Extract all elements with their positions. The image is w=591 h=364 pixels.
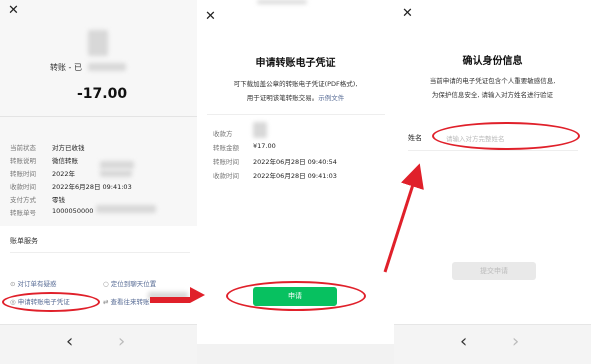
info-value: 2022年06月28日 09:41:03	[253, 172, 337, 180]
detail-label: 转账单号	[10, 209, 36, 217]
annotation-ellipse	[2, 292, 100, 312]
description-line-1: 当前申请的电子凭证包含个人重要敏感信息,	[429, 77, 556, 85]
detail-value: 零钱	[52, 196, 65, 204]
detail-value: 2022年6月28日 09:41:03	[52, 183, 132, 191]
transfer-amount: -17.00	[77, 86, 128, 102]
info-value: 2022年06月28日 09:40:54	[253, 158, 337, 166]
verify-identity-panel: ✕ 确认身份信息 当前申请的电子凭证包含个人重要敏感信息, 为保护信息安全, 请…	[394, 0, 591, 364]
description-line-2: 为保护信息安全, 请输入对方姓名进行验证	[431, 91, 554, 99]
bill-service-title: 账单服务	[10, 237, 38, 245]
back-arrow-icon[interactable]: ‹	[66, 331, 73, 352]
blurred-time	[100, 170, 132, 177]
name-label: 姓名	[408, 134, 422, 142]
detail-label: 转账时间	[10, 170, 36, 178]
nav-bar: ‹ ›	[394, 324, 591, 364]
annotation-ellipse	[226, 281, 366, 311]
blurred-service	[148, 292, 188, 300]
info-label: 转账金额	[213, 144, 239, 152]
submit-button[interactable]: 提交申请	[452, 262, 536, 280]
blurred-name	[88, 63, 126, 71]
detail-value: 对方已收钱	[52, 144, 85, 152]
detail-label: 收款时间	[10, 183, 36, 191]
service-label: 对订单有疑惑	[17, 280, 57, 288]
detail-value: 2022年	[52, 170, 76, 178]
question-icon: ⊙	[10, 280, 16, 288]
service-item-locate-chat[interactable]: ○ 定位到聊天位置	[103, 278, 156, 288]
service-label: 定位到聊天位置	[110, 280, 157, 288]
page-title: 申请转账电子凭证	[255, 58, 336, 69]
transfer-detail-panel: ✕ 转账 - 已 -17.00 当前状态 对方已收钱转账说明 微信转账转账时间 202…	[0, 0, 197, 364]
service-label: 查看往来转账	[110, 298, 150, 306]
service-item-question[interactable]: ⊙ 对订单有疑惑	[10, 278, 57, 288]
detail-label: 当前状态	[10, 144, 36, 152]
back-arrow-icon[interactable]: ‹	[460, 331, 467, 352]
sample-file-link[interactable]: 示例文件	[318, 94, 344, 102]
forward-arrow-icon[interactable]: ›	[118, 331, 125, 352]
transfer-icon: ⇄	[103, 298, 109, 306]
forward-arrow-icon[interactable]: ›	[512, 331, 519, 352]
transfer-status-text: 转账 - 已	[50, 63, 82, 72]
info-value: ¥17.00	[253, 142, 276, 150]
info-label: 转账时间	[213, 158, 239, 166]
close-icon[interactable]: ✕	[402, 7, 413, 20]
page-title: 确认身份信息	[462, 56, 523, 67]
close-icon[interactable]: ✕	[8, 4, 19, 17]
nav-bar: ‹ ›	[0, 324, 197, 364]
apply-certificate-panel: ✕ 申请转账电子凭证 可下载加盖公章的转账电子凭证(PDF格式), 用于证明该笔…	[197, 0, 394, 364]
description-line-2: 用于证明该笔转账交易。示例文件	[197, 92, 394, 102]
divider	[10, 252, 190, 253]
divider	[408, 150, 578, 151]
blurred-header	[257, 0, 307, 4]
bottom-bar	[197, 344, 394, 364]
service-item-view-transfers[interactable]: ⇄ 查看往来转账	[103, 296, 150, 306]
description-line-1: 可下载加盖公章的转账电子凭证(PDF格式),	[233, 80, 358, 88]
blurred-avatar	[88, 30, 108, 56]
blurred-tag	[100, 161, 134, 169]
blurred-order-id	[96, 205, 156, 213]
info-label: 收款方	[213, 130, 233, 138]
divider	[0, 116, 197, 117]
divider	[207, 114, 385, 115]
detail-value: 1000050000	[52, 207, 94, 215]
location-icon: ○	[103, 280, 109, 288]
description-text: 用于证明该笔转账交易。	[246, 94, 319, 102]
close-icon[interactable]: ✕	[205, 10, 216, 23]
info-label: 收款时间	[213, 172, 239, 180]
annotation-ellipse	[432, 122, 580, 150]
detail-label: 支付方式	[10, 196, 36, 204]
detail-label: 转账说明	[10, 157, 36, 165]
detail-value: 微信转账	[52, 157, 78, 165]
blurred-payee	[253, 122, 267, 138]
